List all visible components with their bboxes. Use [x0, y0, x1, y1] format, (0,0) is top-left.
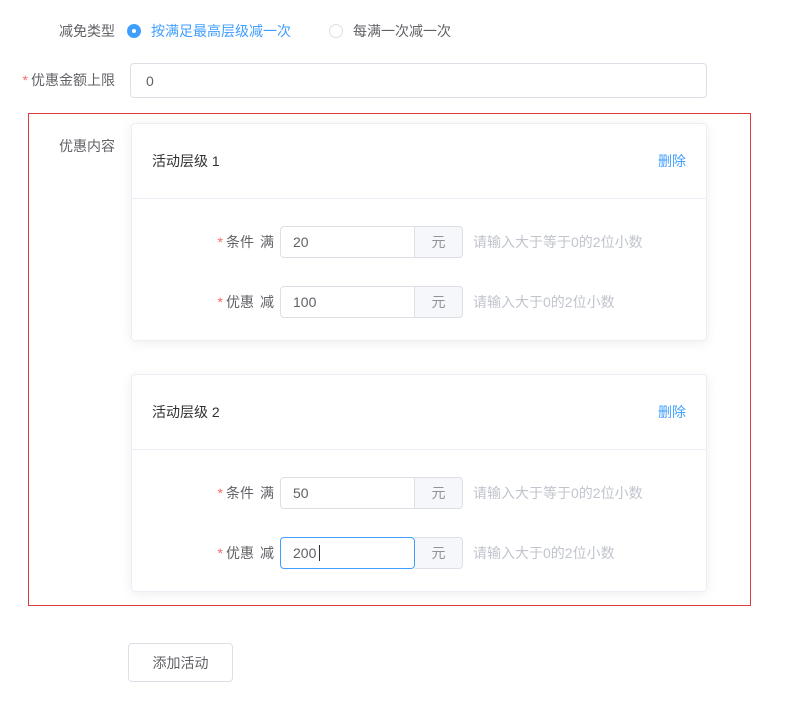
reduction-type-row: 减免类型 按满足最高层级减一次 每满一次减一次 [0, 21, 451, 41]
radio-option-every-time[interactable]: 每满一次减一次 [329, 21, 451, 41]
add-activity-button[interactable]: 添加活动 [128, 643, 233, 682]
required-star: * [218, 545, 223, 561]
condition-input[interactable] [280, 226, 415, 258]
input-hint: 请输入大于0的2位小数 [473, 292, 615, 312]
required-star: * [23, 72, 28, 88]
discount-input[interactable] [280, 286, 415, 318]
discount-input-focused[interactable] [280, 537, 415, 569]
radio-selected-icon[interactable] [127, 24, 141, 38]
unit-append: 元 [415, 537, 463, 569]
input-hint: 请输入大于等于0的2位小数 [473, 483, 643, 503]
condition-input-wrap [280, 477, 415, 509]
tier-title: 活动层级 2 [152, 402, 220, 422]
discount-row: *优惠 减 元 请输入大于0的2位小数 [132, 537, 706, 569]
condition-input-wrap [280, 226, 415, 258]
tier-title: 活动层级 1 [152, 151, 220, 171]
radio-unselected-icon[interactable] [329, 24, 343, 38]
unit-append: 元 [415, 477, 463, 509]
delete-tier-link[interactable]: 删除 [658, 402, 686, 422]
reduction-type-label: 减免类型 [0, 21, 115, 41]
radio-option-label[interactable]: 每满一次减一次 [353, 21, 451, 41]
tier-card-header: 活动层级 2 删除 [132, 375, 706, 450]
discount-input-wrap [280, 286, 415, 318]
input-hint: 请输入大于0的2位小数 [473, 543, 615, 563]
promotion-form: 减免类型 按满足最高层级减一次 每满一次减一次 *优惠金额上限 优惠内容 活动层… [0, 0, 812, 703]
condition-label: *条件 [132, 483, 254, 503]
text-cursor [319, 545, 320, 561]
required-star: * [218, 234, 223, 250]
delete-tier-link[interactable]: 删除 [658, 151, 686, 171]
input-hint: 请输入大于等于0的2位小数 [473, 232, 643, 252]
reduction-type-radio-group: 按满足最高层级减一次 每满一次减一次 [127, 21, 451, 41]
tier-card-body: *条件 满 元 请输入大于等于0的2位小数 *优惠 减 元 请输入大于0的2位小… [132, 450, 706, 591]
condition-prefix: 满 [260, 232, 274, 252]
discount-row: *优惠 减 元 请输入大于0的2位小数 [132, 286, 706, 318]
discount-cap-label: *优惠金额上限 [0, 63, 115, 98]
required-star: * [218, 294, 223, 310]
discount-cap-input[interactable] [130, 63, 707, 98]
tier-card-2: 活动层级 2 删除 *条件 满 元 请输入大于等于0的2位小数 *优惠 减 元 … [131, 374, 707, 592]
discount-label: *优惠 [132, 543, 254, 563]
discount-prefix: 减 [260, 543, 274, 563]
radio-option-label[interactable]: 按满足最高层级减一次 [151, 21, 291, 41]
discount-cap-row: *优惠金额上限 [0, 63, 707, 98]
discount-prefix: 减 [260, 292, 274, 312]
discount-label: *优惠 [132, 292, 254, 312]
tier-card-header: 活动层级 1 删除 [132, 124, 706, 199]
condition-prefix: 满 [260, 483, 274, 503]
condition-label: *条件 [132, 232, 254, 252]
condition-row: *条件 满 元 请输入大于等于0的2位小数 [132, 477, 706, 509]
tier-card-1: 活动层级 1 删除 *条件 满 元 请输入大于等于0的2位小数 *优惠 减 元 … [131, 123, 707, 341]
unit-append: 元 [415, 226, 463, 258]
required-star: * [218, 485, 223, 501]
tier-card-body: *条件 满 元 请输入大于等于0的2位小数 *优惠 减 元 请输入大于0的2位小… [132, 199, 706, 340]
radio-option-highest-tier[interactable]: 按满足最高层级减一次 [127, 21, 291, 41]
unit-append: 元 [415, 286, 463, 318]
condition-row: *条件 满 元 请输入大于等于0的2位小数 [132, 226, 706, 258]
discount-content-section: 优惠内容 活动层级 1 删除 *条件 满 元 请输入大于等于0的2位小数 *优惠… [28, 113, 751, 606]
discount-input-wrap [280, 537, 415, 569]
discount-content-label: 优惠内容 [59, 136, 115, 156]
condition-input[interactable] [280, 477, 415, 509]
